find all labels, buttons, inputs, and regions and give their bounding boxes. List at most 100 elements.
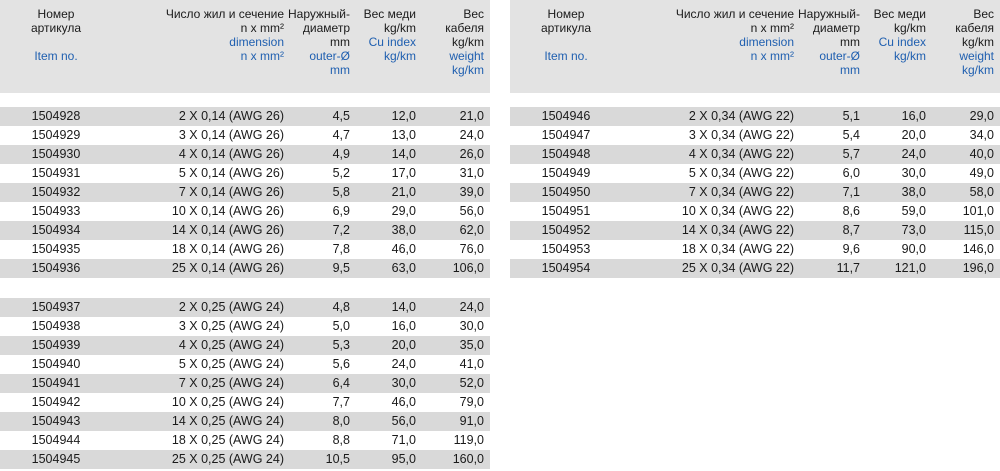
table-row: 1504929 3 X 0,14 (AWG 26) 4,7 13,0 24,0 xyxy=(0,126,490,145)
table-row: 1504931 5 X 0,14 (AWG 26) 5,2 17,0 31,0 xyxy=(0,164,490,183)
table-row: 1504938 3 X 0,25 (AWG 24) 5,0 16,0 30,0 xyxy=(0,317,490,336)
cores-and-section: 25 X 0,14 (AWG 26) xyxy=(171,261,284,275)
cable-weight: 160,0 xyxy=(452,452,484,466)
table-row: 1504935 18 X 0,14 (AWG 26) 7,8 46,0 76,0 xyxy=(0,240,490,259)
copper-weight: 46,0 xyxy=(391,395,416,409)
outer-diameter: 9,5 xyxy=(332,261,350,275)
copper-weight: 20,0 xyxy=(901,128,926,142)
copper-weight: 63,0 xyxy=(391,261,416,275)
header-weight: Вес кабеля kg/km weight kg/km xyxy=(955,7,994,77)
copper-weight: 38,0 xyxy=(391,223,416,237)
copper-weight: 29,0 xyxy=(391,204,416,218)
cable-weight: 52,0 xyxy=(459,376,484,390)
header-section: Число жил и сечение n x mm² dimension n … xyxy=(165,7,284,63)
outer-diameter: 7,1 xyxy=(842,185,860,199)
cable-table-right: Номер артикула Item no. Число жил и сече… xyxy=(510,0,1000,278)
copper-weight: 90,0 xyxy=(901,242,926,256)
copper-weight: 12,0 xyxy=(391,109,416,123)
cable-weight: 58,0 xyxy=(969,185,994,199)
cores-and-section: 10 X 0,25 (AWG 24) xyxy=(171,395,284,409)
table-row: 1504949 5 X 0,34 (AWG 22) 6,0 30,0 49,0 xyxy=(510,164,1000,183)
outer-diameter: 6,4 xyxy=(332,376,350,390)
table-row: 1504936 25 X 0,14 (AWG 26) 9,5 63,0 106,0 xyxy=(0,259,490,278)
table-row: 1504933 10 X 0,14 (AWG 26) 6,9 29,0 56,0 xyxy=(0,202,490,221)
cable-weight: 40,0 xyxy=(969,147,994,161)
header-diameter: Наружный- диаметр mm outer-Ø mm xyxy=(288,7,350,77)
article-number: 1504928 xyxy=(31,109,81,123)
header-copper: Вес меди kg/km Cu index kg/km xyxy=(873,7,926,63)
table-row: 1504941 7 X 0,25 (AWG 24) 6,4 30,0 52,0 xyxy=(0,374,490,393)
article-number: 1504952 xyxy=(541,223,591,237)
outer-diameter: 9,6 xyxy=(842,242,860,256)
article-number: 1504936 xyxy=(31,261,81,275)
outer-diameter: 7,2 xyxy=(332,223,350,237)
outer-diameter: 5,1 xyxy=(842,109,860,123)
outer-diameter: 10,5 xyxy=(325,452,350,466)
copper-weight: 73,0 xyxy=(901,223,926,237)
row-group: 1504928 2 X 0,14 (AWG 26) 4,5 12,0 21,0 15049… xyxy=(0,107,490,278)
copper-weight: 121,0 xyxy=(894,261,926,275)
article-number: 1504949 xyxy=(541,166,591,180)
table-row: 1504951 10 X 0,34 (AWG 22) 8,6 59,0 101,0 xyxy=(510,202,1000,221)
cores-and-section: 25 X 0,25 (AWG 24) xyxy=(171,452,284,466)
header-article: Номер артикула Item no. xyxy=(30,7,82,63)
cable-weight: 101,0 xyxy=(962,204,994,218)
copper-weight: 56,0 xyxy=(391,414,416,428)
cable-weight: 24,0 xyxy=(459,128,484,142)
table-header: Номер артикула Item no. Число жил и сече… xyxy=(0,0,490,93)
outer-diameter: 5,4 xyxy=(842,128,860,142)
copper-weight: 14,0 xyxy=(391,300,416,314)
table-row: 1504932 7 X 0,14 (AWG 26) 5,8 21,0 39,0 xyxy=(0,183,490,202)
copper-weight: 13,0 xyxy=(391,128,416,142)
outer-diameter: 8,6 xyxy=(842,204,860,218)
copper-weight: 30,0 xyxy=(901,166,926,180)
cores-and-section: 2 X 0,14 (AWG 26) xyxy=(178,109,284,123)
article-number: 1504948 xyxy=(541,147,591,161)
article-number: 1504935 xyxy=(31,242,81,256)
outer-diameter: 5,2 xyxy=(332,166,350,180)
article-number: 1504954 xyxy=(541,261,591,275)
cable-weight: 39,0 xyxy=(459,185,484,199)
outer-diameter: 5,6 xyxy=(332,357,350,371)
outer-diameter: 8,8 xyxy=(332,433,350,447)
table-body: 1504946 2 X 0,34 (AWG 22) 5,1 16,0 29,0 15049… xyxy=(510,107,1000,278)
article-number: 1504933 xyxy=(31,204,81,218)
cores-and-section: 5 X 0,25 (AWG 24) xyxy=(178,357,284,371)
cable-weight: 31,0 xyxy=(459,166,484,180)
cable-weight: 196,0 xyxy=(962,261,994,275)
table-row: 1504934 14 X 0,14 (AWG 26) 7,2 38,0 62,0 xyxy=(0,221,490,240)
outer-diameter: 4,9 xyxy=(332,147,350,161)
copper-weight: 17,0 xyxy=(391,166,416,180)
cable-weight: 119,0 xyxy=(453,433,484,447)
cable-weight: 29,0 xyxy=(969,109,994,123)
copper-weight: 24,0 xyxy=(391,357,416,371)
article-number: 1504929 xyxy=(31,128,81,142)
cores-and-section: 25 X 0,34 (AWG 22) xyxy=(681,261,794,275)
table-row: 1504954 25 X 0,34 (AWG 22) 11,7 121,0 196,0 xyxy=(510,259,1000,278)
article-number: 1504947 xyxy=(541,128,591,142)
table-row: 1504944 18 X 0,25 (AWG 24) 8,8 71,0 119,0 xyxy=(0,431,490,450)
copper-weight: 14,0 xyxy=(391,147,416,161)
table-header: Номер артикула Item no. Число жил и сече… xyxy=(510,0,1000,93)
cable-weight: 41,0 xyxy=(459,357,484,371)
article-number: 1504944 xyxy=(31,433,81,447)
article-number: 1504951 xyxy=(541,204,591,218)
header-weight: Вес кабеля kg/km weight kg/km xyxy=(445,7,484,77)
article-number: 1504950 xyxy=(541,185,591,199)
cores-and-section: 3 X 0,34 (AWG 22) xyxy=(688,128,794,142)
copper-weight: 30,0 xyxy=(391,376,416,390)
article-number: 1504932 xyxy=(31,185,81,199)
table-row: 1504940 5 X 0,25 (AWG 24) 5,6 24,0 41,0 xyxy=(0,355,490,374)
copper-weight: 95,0 xyxy=(391,452,416,466)
cores-and-section: 14 X 0,34 (AWG 22) xyxy=(681,223,794,237)
cores-and-section: 3 X 0,25 (AWG 24) xyxy=(178,319,284,333)
cores-and-section: 4 X 0,25 (AWG 24) xyxy=(178,338,284,352)
outer-diameter: 7,8 xyxy=(332,242,350,256)
cores-and-section: 14 X 0,25 (AWG 24) xyxy=(171,414,284,428)
cores-and-section: 5 X 0,14 (AWG 26) xyxy=(178,166,284,180)
article-number: 1504931 xyxy=(31,166,81,180)
cores-and-section: 7 X 0,25 (AWG 24) xyxy=(178,376,284,390)
table-row: 1504952 14 X 0,34 (AWG 22) 8,7 73,0 115,0 xyxy=(510,221,1000,240)
article-number: 1504953 xyxy=(541,242,591,256)
article-number: 1504937 xyxy=(31,300,81,314)
